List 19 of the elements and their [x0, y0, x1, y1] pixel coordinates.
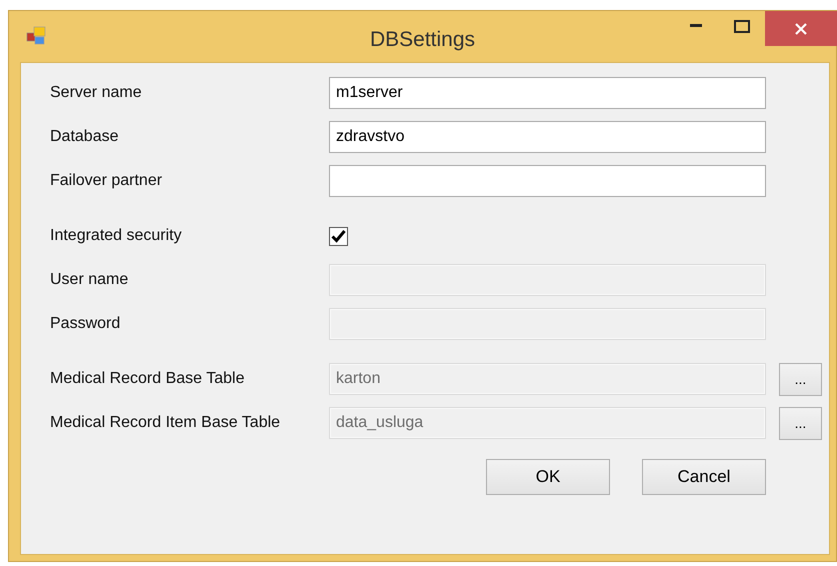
- field-label: Medical Record Item Base Table: [50, 413, 282, 433]
- checkbox[interactable]: [329, 226, 348, 246]
- cancel-button[interactable]: Cancel: [642, 459, 766, 495]
- field-label: User name: [50, 270, 130, 290]
- close-icon: [795, 22, 807, 34]
- maximize-icon: [734, 20, 750, 32]
- app-icon: [26, 25, 48, 47]
- field-label: Database: [50, 127, 120, 147]
- ok-button[interactable]: OK: [486, 459, 610, 495]
- minimize-icon: [690, 24, 702, 28]
- field-label: Failover partner: [50, 171, 164, 191]
- field-label: Integrated security: [50, 226, 183, 246]
- window-title: DBSettings: [370, 27, 476, 53]
- field-label: Medical Record Base Table: [50, 369, 246, 389]
- input-field[interactable]: zdravstvo: [329, 121, 766, 153]
- input-field[interactable]: [329, 165, 766, 197]
- field-label: Server name: [50, 83, 143, 103]
- field-label: Password: [50, 314, 122, 334]
- input-field[interactable]: m1server: [329, 77, 766, 109]
